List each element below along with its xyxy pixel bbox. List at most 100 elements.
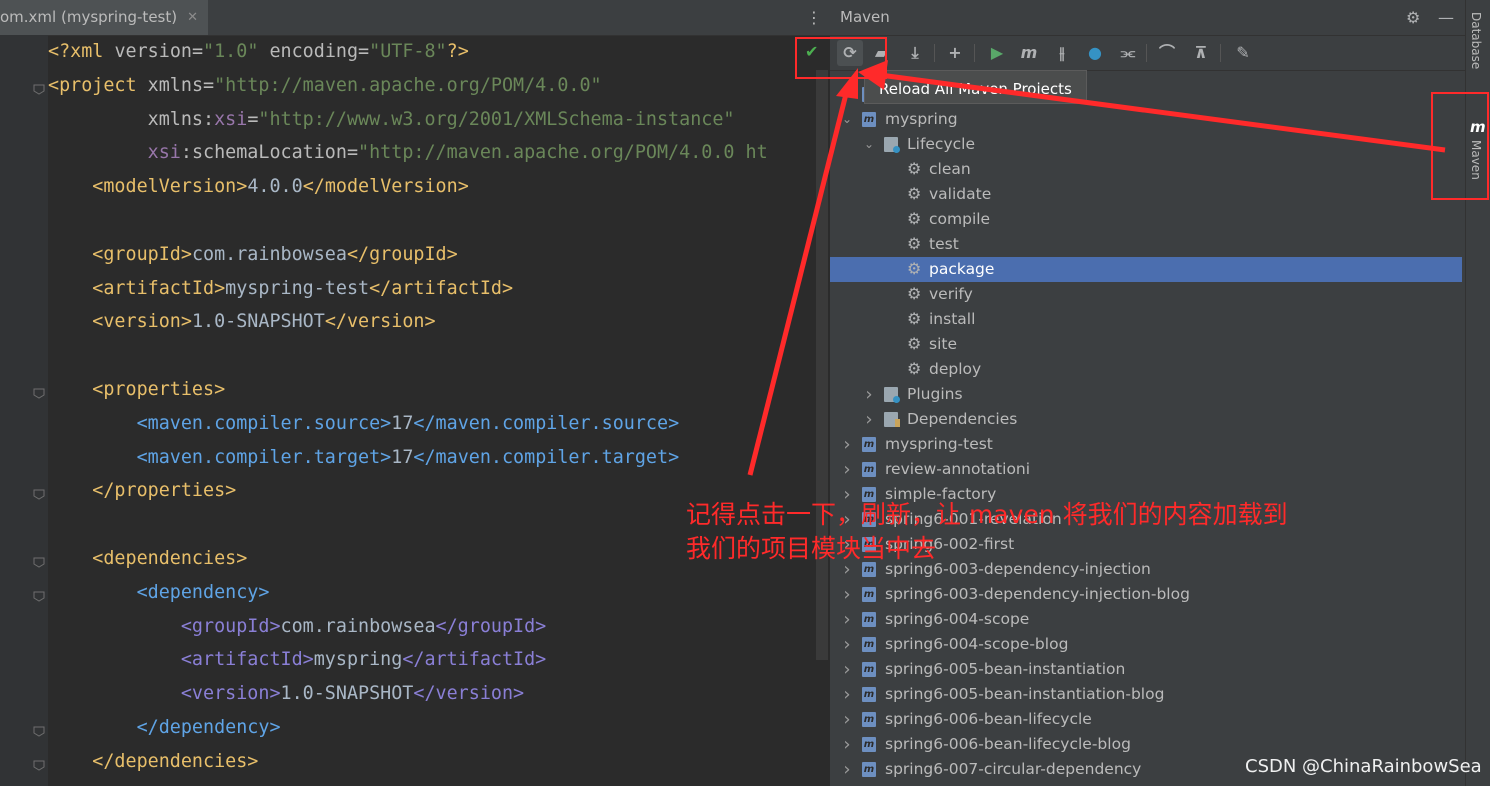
chevron-right-icon[interactable]: › [840, 707, 854, 732]
chevron-right-icon[interactable]: › [840, 457, 854, 482]
fold-marker-icon[interactable] [33, 553, 45, 568]
fold-marker-icon[interactable] [33, 80, 45, 95]
close-icon[interactable]: ✕ [183, 0, 198, 35]
toggle-offline-icon[interactable]: ⫲ [1049, 40, 1075, 66]
tree-item[interactable]: › m spring6-004-scope-blog [830, 632, 1462, 657]
code-token: </dependency> [48, 717, 281, 738]
tree-item[interactable]: ⚙ site [830, 332, 1462, 357]
code-token: "http://www.w3.org/2001/XMLSchema-instan… [258, 108, 735, 130]
plus-icon[interactable]: + [942, 40, 968, 66]
tree-item[interactable]: ⌄ Lifecycle [830, 132, 1462, 157]
chevron-right-icon[interactable]: › [862, 407, 876, 432]
tree-item[interactable]: ⌄ m myspring [830, 107, 1462, 132]
show-dependencies-icon[interactable]: ⌒ [1154, 40, 1180, 66]
code-token: xml [70, 41, 115, 62]
collapse-all-icon[interactable]: ⊼ [1188, 40, 1214, 66]
chevron-right-icon[interactable]: › [840, 657, 854, 682]
code-line: xsi:schemaLocation="http://maven.apache.… [48, 136, 768, 170]
tree-item-label: package [929, 260, 995, 278]
reload-icon[interactable]: ⟳ [837, 40, 863, 66]
tree-item[interactable]: › Dependencies [830, 407, 1462, 432]
maven-side-icon: m [1470, 118, 1486, 136]
database-side-tab[interactable]: Database [1469, 12, 1483, 69]
collapse-icon[interactable]: ⫘ [1115, 40, 1141, 66]
skip-tests-icon[interactable]: ● [1082, 40, 1108, 66]
tree-item-label: myspring-test [885, 435, 993, 453]
tree-item[interactable]: ⚙ test [830, 232, 1462, 257]
fold-marker-icon[interactable] [33, 384, 45, 399]
fold-marker-icon[interactable] [33, 485, 45, 500]
code-token: xsi [48, 142, 181, 164]
chevron-right-icon[interactable]: › [840, 632, 854, 657]
editor-scrollbar[interactable] [816, 70, 828, 660]
tree-item-label: test [929, 235, 959, 253]
add-folder-icon[interactable]: ▰ [868, 40, 894, 66]
fold-marker-icon[interactable] [33, 756, 45, 771]
tree-item[interactable]: › m review-annotationi [830, 457, 1462, 482]
wrench-icon[interactable]: ✎ [1230, 40, 1256, 66]
maven-module-icon: m [862, 762, 876, 777]
tree-item[interactable]: › m spring6-006-bean-lifecycle [830, 707, 1462, 732]
code-token: myspring-test [225, 277, 370, 299]
maven-module-icon: m [862, 737, 876, 752]
code-token: 17 [391, 412, 414, 434]
tree-item[interactable]: ⚙ deploy [830, 357, 1462, 382]
tree-item-label: spring6-006-bean-lifecycle-blog [885, 735, 1131, 753]
tree-item-label: spring6-005-bean-instantiation [885, 660, 1126, 678]
maven-goal-icon[interactable]: m [1016, 40, 1042, 66]
download-icon[interactable]: ⤓ [902, 40, 928, 66]
chevron-right-icon[interactable]: › [840, 757, 854, 782]
dependencies-icon [884, 412, 900, 427]
chevron-right-icon[interactable]: › [840, 432, 854, 457]
code-token: <maven.compiler.source> [48, 412, 392, 434]
tree-item-label: spring6-005-bean-instantiation-blog [885, 685, 1165, 703]
fold-marker-icon[interactable] [33, 722, 45, 737]
code-token: <groupId> [48, 243, 192, 265]
editor-tab-pom[interactable]: om.xml (myspring-test) ✕ [0, 0, 208, 35]
maven-header: Maven ⚙ — [830, 0, 1465, 36]
gear-icon[interactable]: ⚙ [1406, 0, 1420, 35]
tree-item[interactable]: ⚙ compile [830, 207, 1462, 232]
code-token: "UTF-8" [369, 41, 447, 62]
chevron-down-icon[interactable]: ⌄ [862, 132, 876, 157]
chevron-right-icon[interactable]: › [862, 382, 876, 407]
maven-side-tab[interactable]: Maven [1469, 140, 1483, 180]
tree-item[interactable]: › m spring6-006-bean-lifecycle-blog [830, 732, 1462, 757]
chevron-right-icon[interactable]: › [840, 732, 854, 757]
chevron-down-icon[interactable]: ⌄ [840, 107, 854, 132]
chevron-right-icon[interactable]: › [840, 82, 854, 107]
gear-icon: ⚙ [907, 209, 922, 228]
gear-icon: ⚙ [907, 309, 922, 328]
tree-item[interactable]: › Plugins [830, 382, 1462, 407]
code-editor[interactable]: om.xml (myspring-test) ✕ ⋮ <?xml version… [0, 0, 830, 786]
tree-item[interactable]: › m spring6-005-bean-instantiation-blog [830, 682, 1462, 707]
chevron-right-icon[interactable]: › [840, 682, 854, 707]
tree-item[interactable]: › m spring6-005-bean-instantiation [830, 657, 1462, 682]
code-line: <maven.compiler.source>17</maven.compile… [48, 407, 680, 441]
code-token: </version> [413, 683, 525, 705]
tree-item[interactable]: › m spring6-004-scope [830, 607, 1462, 632]
code-line: <version>1.0-SNAPSHOT</version> [48, 305, 435, 339]
code-token: xmlns= [147, 74, 215, 96]
maven-project-tree[interactable]: ›mfactory-method⌄mmyspring⌄Lifecycle⚙cle… [830, 70, 1465, 786]
more-vertical-icon[interactable]: ⋮ [806, 0, 822, 35]
code-token: 17 [391, 446, 414, 468]
tree-item-label: compile [929, 210, 991, 228]
tree-item[interactable]: ⚙ verify [830, 282, 1462, 307]
chevron-right-icon[interactable]: › [840, 582, 854, 607]
gear-icon: ⚙ [907, 159, 922, 178]
code-token: </groupId> [346, 243, 458, 265]
minimize-icon[interactable]: — [1438, 0, 1454, 35]
tree-item[interactable]: › m myspring-test [830, 432, 1462, 457]
fold-marker-icon[interactable] [33, 587, 45, 602]
tree-item[interactable]: ⚙ install [830, 307, 1462, 332]
tree-item[interactable]: ⚙ package [830, 257, 1462, 282]
code-token: "http://maven.apache.org/POM/4.0.0 ht [358, 142, 768, 164]
tree-item[interactable]: › m spring6-003-dependency-injection-blog [830, 582, 1462, 607]
tree-item-label: install [929, 310, 976, 328]
tree-item[interactable]: ⚙ validate [830, 182, 1462, 207]
code-area[interactable]: <?xml version="1.0" encoding="UTF-8"?> <p… [48, 35, 816, 786]
chevron-right-icon[interactable]: › [840, 607, 854, 632]
run-icon[interactable]: ▶ [984, 40, 1010, 66]
tree-item[interactable]: ⚙ clean [830, 157, 1462, 182]
